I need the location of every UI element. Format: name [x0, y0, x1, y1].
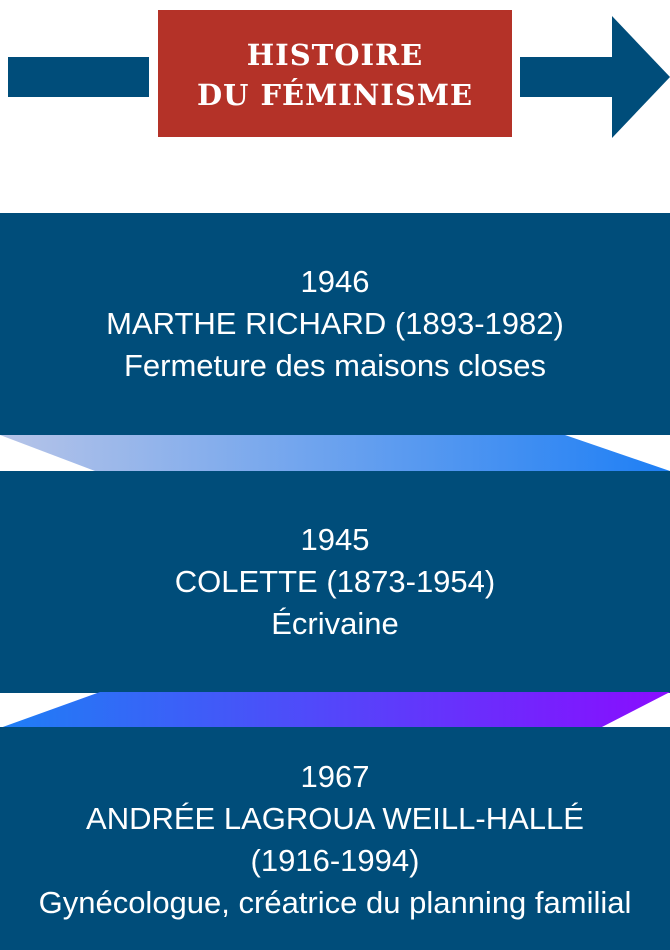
title-line-1: HISTOIRE [246, 37, 424, 72]
timeline-dates: (1916-1994) [250, 842, 420, 878]
title-line-2: DU FÉMINISME [196, 77, 474, 112]
timeline-person: COLETTE (1873-1954) [174, 564, 496, 599]
arrow-shaft-left [8, 57, 149, 97]
arrow-shaft-right [520, 57, 615, 97]
timeline-connector-2 [0, 692, 670, 728]
timeline-card-1: 1946 MARTHE RICHARD (1893-1982) Fermetur… [0, 213, 670, 435]
timeline-card-2: 1945 COLETTE (1873-1954) Écrivaine [0, 471, 670, 693]
arrow-right-icon [612, 16, 670, 138]
timeline-year: 1967 [300, 758, 370, 794]
timeline-connector-1 [0, 435, 670, 471]
timeline-detail: Écrivaine [271, 606, 399, 641]
timeline-person: ANDRÉE LAGROUA WEILL-HALLÉ [86, 800, 584, 836]
timeline-card-3: 1967 ANDRÉE LAGROUA WEILL-HALLÉ (1916-19… [0, 727, 670, 950]
timeline-detail: Fermeture des maisons closes [123, 348, 547, 383]
timeline-year: 1946 [300, 264, 370, 299]
title-banner: HISTOIRE DU FÉMINISME [158, 10, 512, 137]
timeline-year: 1945 [300, 522, 370, 557]
timeline-person: MARTHE RICHARD (1893-1982) [106, 306, 564, 341]
timeline-detail: Gynécologue, créatrice du planning famil… [38, 884, 632, 920]
